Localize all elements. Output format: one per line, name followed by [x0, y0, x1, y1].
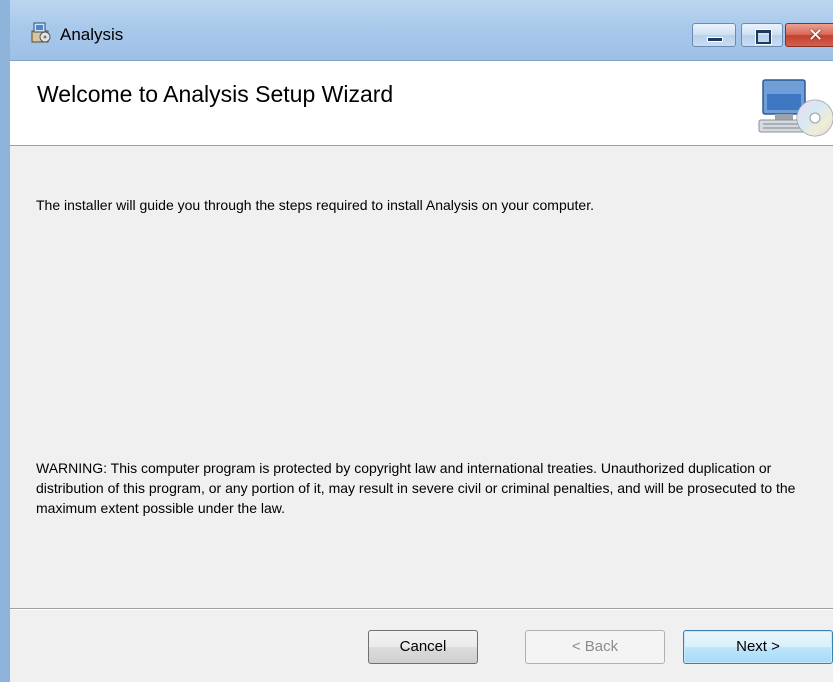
- intro-text: The installer will guide you through the…: [36, 197, 594, 213]
- setup-window: Analysis ✕ Welcome to Analysis Setup Wiz…: [0, 0, 833, 682]
- next-button[interactable]: Next >: [683, 630, 833, 664]
- maximize-icon: [756, 30, 771, 44]
- close-icon: ✕: [808, 25, 824, 46]
- computer-cd-icon: [758, 79, 833, 137]
- footer-divider: [10, 608, 833, 610]
- installer-app-icon: [31, 22, 51, 43]
- back-button[interactable]: < Back: [525, 630, 665, 664]
- minimize-button[interactable]: [692, 23, 736, 47]
- wizard-header: Welcome to Analysis Setup Wizard: [10, 61, 833, 146]
- cancel-button[interactable]: Cancel: [368, 630, 478, 664]
- title-bar[interactable]: Analysis ✕: [10, 0, 833, 61]
- maximize-button[interactable]: [741, 23, 783, 47]
- wizard-title: Welcome to Analysis Setup Wizard: [37, 81, 394, 107]
- window-title: Analysis: [60, 25, 124, 44]
- minimize-icon: [707, 37, 723, 42]
- copyright-warning-text: WARNING: This computer program is protec…: [36, 460, 796, 516]
- close-button[interactable]: ✕: [785, 23, 833, 47]
